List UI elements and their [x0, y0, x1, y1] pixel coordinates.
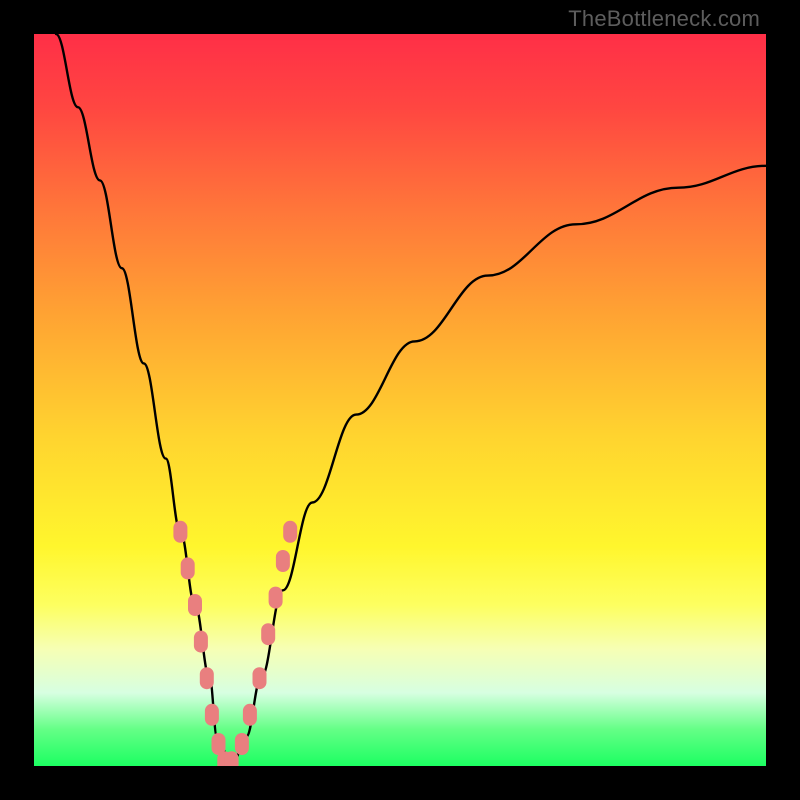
data-marker — [188, 594, 202, 616]
data-marker — [194, 631, 208, 653]
data-marker — [243, 704, 257, 726]
data-marker — [269, 587, 283, 609]
data-marker — [205, 704, 219, 726]
chart-frame: TheBottleneck.com — [0, 0, 800, 800]
chart-svg — [34, 34, 766, 766]
data-marker — [181, 557, 195, 579]
data-marker — [283, 521, 297, 543]
data-marker — [173, 521, 187, 543]
data-marker — [276, 550, 290, 572]
data-marker — [225, 751, 239, 766]
bottleneck-curve — [56, 34, 766, 766]
plot-area — [34, 34, 766, 766]
data-marker — [235, 733, 249, 755]
data-marker — [261, 623, 275, 645]
marker-group — [173, 521, 297, 766]
data-marker — [253, 667, 267, 689]
attribution-text: TheBottleneck.com — [568, 6, 760, 32]
data-marker — [200, 667, 214, 689]
